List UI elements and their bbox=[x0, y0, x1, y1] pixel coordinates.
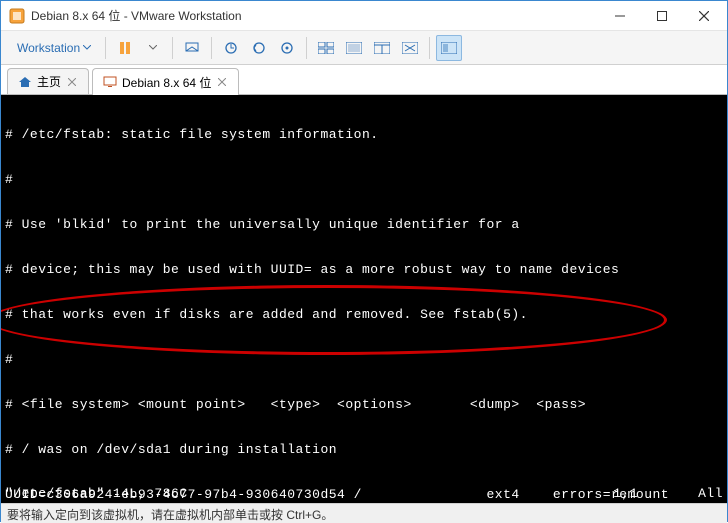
tab-home[interactable]: 主页 bbox=[7, 68, 89, 94]
terminal-line: # Use 'blkid' to print the universally u… bbox=[5, 217, 723, 232]
separator bbox=[172, 37, 173, 59]
pause-button[interactable] bbox=[112, 35, 138, 61]
status-mode: All bbox=[698, 486, 723, 501]
chevron-down-icon bbox=[83, 45, 91, 50]
workstation-menu[interactable]: Workstation bbox=[9, 37, 99, 59]
close-icon[interactable] bbox=[216, 76, 228, 88]
play-dropdown-button[interactable] bbox=[140, 35, 166, 61]
send-button[interactable] bbox=[179, 35, 205, 61]
terminal-line: # that works even if disks are added and… bbox=[5, 307, 723, 322]
terminal-line: # <file system> <mount point> <type> <op… bbox=[5, 397, 723, 412]
snapshot-revert-button[interactable] bbox=[246, 35, 272, 61]
terminal-line: # device; this may be used with UUID= as… bbox=[5, 262, 723, 277]
vim-statusline: "/etc/fstab" 14L, 786C 1,1 All bbox=[5, 486, 723, 501]
separator bbox=[306, 37, 307, 59]
tabbar: 主页 Debian 8.x 64 位 bbox=[1, 65, 727, 95]
view-fullscreen-button[interactable] bbox=[341, 35, 367, 61]
separator bbox=[211, 37, 212, 59]
titlebar: Debian 8.x 64 位 - VMware Workstation bbox=[1, 1, 727, 31]
bottombar: 要将输入定向到该虚拟机，请在虚拟机内部单击或按 Ctrl+G。 bbox=[1, 503, 727, 523]
view-thumbnail-button[interactable] bbox=[313, 35, 339, 61]
view-console-button[interactable] bbox=[436, 35, 462, 61]
terminal-line: # bbox=[5, 172, 723, 187]
monitor-icon bbox=[103, 76, 117, 88]
snapshot-manager-button[interactable] bbox=[274, 35, 300, 61]
toolbar: Workstation bbox=[1, 31, 727, 65]
terminal-line: # bbox=[5, 352, 723, 367]
tab-vm-label: Debian 8.x 64 位 bbox=[122, 74, 211, 91]
view-unity-button[interactable] bbox=[369, 35, 395, 61]
workstation-menu-label: Workstation bbox=[17, 41, 80, 55]
terminal-console[interactable]: # /etc/fstab: static file system informa… bbox=[1, 95, 727, 503]
terminal-line: # /etc/fstab: static file system informa… bbox=[5, 127, 723, 142]
maximize-button[interactable] bbox=[641, 2, 683, 30]
close-button[interactable] bbox=[683, 2, 725, 30]
tab-home-label: 主页 bbox=[37, 73, 61, 90]
input-hint: 要将输入定向到该虚拟机，请在虚拟机内部单击或按 Ctrl+G。 bbox=[7, 508, 333, 522]
snapshot-button[interactable] bbox=[218, 35, 244, 61]
status-file: "/etc/fstab" 14L, 786C bbox=[5, 486, 613, 501]
minimize-button[interactable] bbox=[599, 2, 641, 30]
view-stretch-button[interactable] bbox=[397, 35, 423, 61]
app-icon bbox=[9, 8, 25, 24]
separator bbox=[429, 37, 430, 59]
home-icon bbox=[18, 76, 32, 88]
window-title: Debian 8.x 64 位 - VMware Workstation bbox=[31, 7, 599, 24]
separator bbox=[105, 37, 106, 59]
status-position: 1,1 bbox=[613, 486, 638, 501]
close-icon[interactable] bbox=[66, 76, 78, 88]
tab-vm[interactable]: Debian 8.x 64 位 bbox=[92, 68, 239, 95]
terminal-line: # / was on /dev/sda1 during installation bbox=[5, 442, 723, 457]
